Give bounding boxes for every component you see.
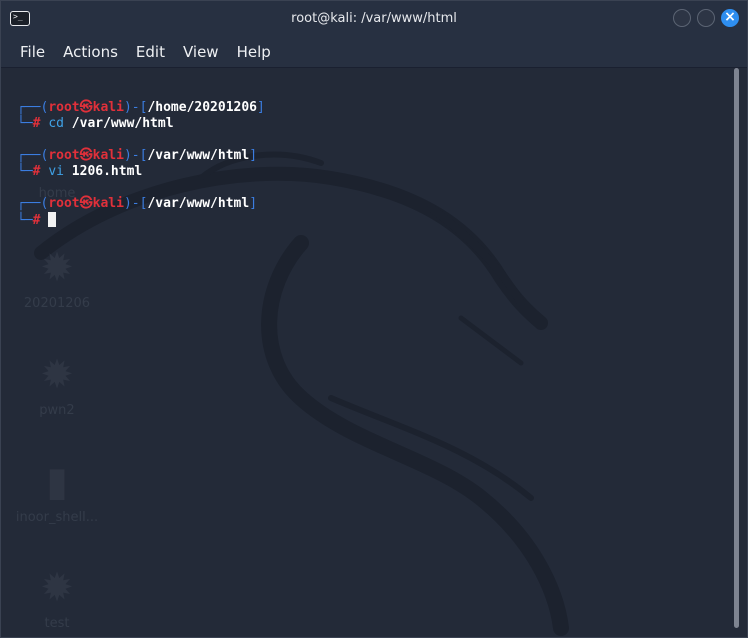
command-name: vi xyxy=(48,164,64,179)
desktop-icon-label: 20201206 xyxy=(23,296,91,311)
command-argument: 1206.html xyxy=(63,164,143,179)
title-bar[interactable]: >_ root@kali: /var/www/html × xyxy=(1,1,747,37)
locked-file-icon: ▮ xyxy=(45,459,68,505)
prompt-path: /var/www/html xyxy=(147,196,250,211)
prompt-block: ┌──(root㉿kali)-[/var/www/html] └─# xyxy=(17,196,258,228)
prompt-block: ┌──(root㉿kali)-[/home/20201206] └─# cd /… xyxy=(17,100,265,131)
menu-view[interactable]: View xyxy=(174,39,228,65)
prompt-path: /home/20201206 xyxy=(147,100,258,115)
prompt-path: /var/www/html xyxy=(147,148,250,163)
command-name: cd xyxy=(48,116,64,131)
maximize-button[interactable] xyxy=(697,9,715,27)
prompt-at-symbol: ㉿ xyxy=(79,196,93,211)
prompt-user: root xyxy=(48,196,80,211)
desktop-icon-label: inoor_shell... xyxy=(15,510,99,525)
scrollbar[interactable] xyxy=(734,68,739,628)
close-button[interactable]: × xyxy=(721,9,739,27)
gear-icon: ✹ xyxy=(40,352,74,398)
desktop-icon-label: pwn2 xyxy=(39,403,75,418)
text-cursor xyxy=(48,212,57,227)
desktop-icon-test: ✹ test xyxy=(7,566,107,631)
minimize-button[interactable] xyxy=(673,9,691,27)
menu-edit[interactable]: Edit xyxy=(127,39,174,65)
prompt-user: root xyxy=(48,148,80,163)
terminal-area[interactable]: home ✹ 20201206 ✹ pwn2 ▮ inoor_shell... … xyxy=(1,68,747,637)
gear-icon: ✹ xyxy=(40,565,74,611)
menu-bar: File Actions Edit View Help xyxy=(1,37,747,68)
prompt-at-symbol: ㉿ xyxy=(79,100,93,115)
menu-actions[interactable]: Actions xyxy=(54,39,127,65)
close-icon: × xyxy=(724,9,736,25)
menu-file[interactable]: File xyxy=(11,39,54,65)
prompt-block: ┌──(root㉿kali)-[/var/www/html] └─# vi 12… xyxy=(17,148,258,179)
terminal-output[interactable]: ┌──(root㉿kali)-[/home/20201206] └─# cd /… xyxy=(17,84,265,277)
command-argument: /var/www/html xyxy=(63,116,174,131)
prompt-user: root xyxy=(48,100,80,115)
menu-help[interactable]: Help xyxy=(228,39,280,65)
prompt-host: kali xyxy=(92,148,124,163)
desktop-icon-pwn2: ✹ pwn2 xyxy=(7,353,107,418)
desktop-icon-label: test xyxy=(44,616,70,631)
desktop-icon-inoor-shell: ▮ inoor_shell... xyxy=(7,460,107,525)
prompt-host: kali xyxy=(92,196,124,211)
terminal-window: >_ root@kali: /var/www/html × File Actio… xyxy=(0,0,748,638)
window-title: root@kali: /var/www/html xyxy=(291,11,457,26)
prompt-at-symbol: ㉿ xyxy=(79,148,93,163)
prompt-host: kali xyxy=(92,100,124,115)
